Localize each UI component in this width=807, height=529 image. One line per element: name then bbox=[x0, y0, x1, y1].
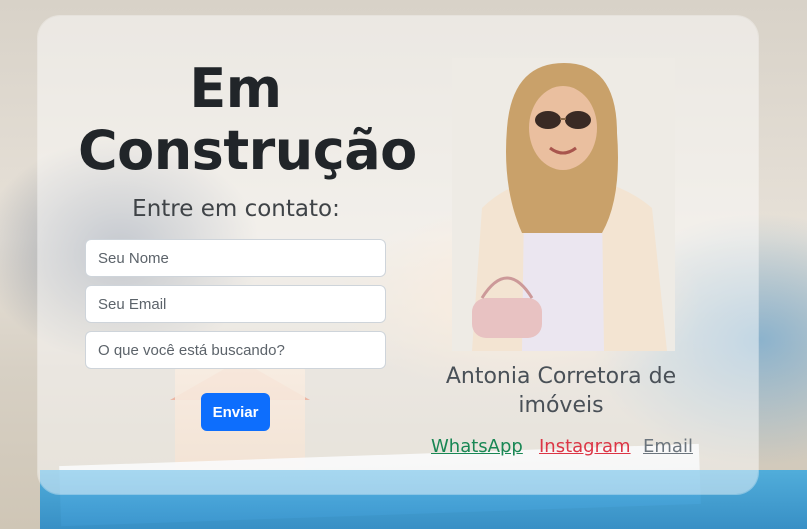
query-input[interactable] bbox=[85, 331, 386, 369]
instagram-link[interactable]: Instagram bbox=[539, 435, 631, 459]
email-link[interactable]: Email bbox=[643, 435, 693, 459]
contact-subtitle: Entre em contato: bbox=[132, 196, 340, 222]
name-input[interactable] bbox=[85, 239, 386, 277]
agent-photo bbox=[452, 58, 675, 351]
title-line-1: Em bbox=[189, 57, 282, 120]
title-line-2: Construção bbox=[78, 119, 417, 182]
send-button[interactable]: Enviar bbox=[201, 393, 270, 431]
email-input[interactable] bbox=[85, 285, 386, 323]
agent-portrait-image bbox=[452, 58, 675, 351]
whatsapp-link[interactable]: WhatsApp bbox=[431, 435, 523, 459]
agent-name: Antonia Corretora de imóveis bbox=[445, 364, 677, 418]
page-title: Em Construção bbox=[78, 57, 417, 182]
